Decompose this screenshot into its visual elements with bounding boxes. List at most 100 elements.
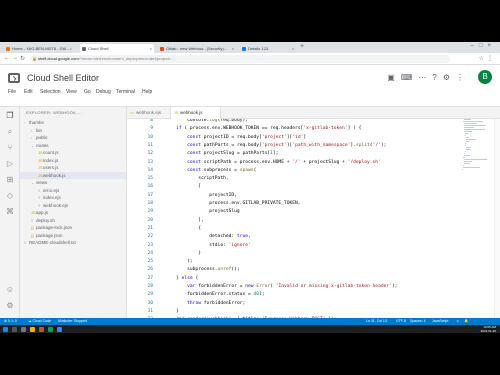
tree-item[interactable]: JSindex.js — [20, 157, 126, 165]
cloud-code-icon[interactable]: ◇ — [4, 191, 16, 201]
tree-item[interactable]: {} package.json — [20, 232, 126, 240]
tree-item[interactable]: {} package-lock.json — [20, 224, 126, 232]
explorer-icon[interactable]: ❐ — [4, 111, 16, 121]
code-line[interactable]: const scriptPath = process.env.HOME + '/… — [165, 159, 381, 167]
code-line[interactable]: subprocess.unref(); — [165, 266, 240, 274]
indentation-status[interactable]: Spaces: 4 — [410, 318, 426, 325]
encoding-status[interactable]: UTF-8 — [396, 318, 406, 325]
browser-tab[interactable]: Gitlab - new Webhoo...(Security)... × — [158, 44, 236, 53]
tree-item[interactable]: ≡ index.ejs — [20, 194, 126, 202]
code-line[interactable]: var forbiddenError = new Error( 'Invalid… — [165, 283, 397, 291]
code-line[interactable]: const pathParts = req.body['project']['p… — [165, 142, 386, 150]
menu-help[interactable]: Help — [142, 89, 152, 95]
close-tab-icon[interactable]: × — [232, 44, 234, 53]
reload-icon[interactable]: ↻ — [20, 55, 25, 62]
language-mode[interactable]: JavaScript — [432, 318, 448, 325]
menu-file[interactable]: File — [8, 89, 16, 95]
code-line[interactable]: projectID, — [165, 192, 237, 200]
code-line[interactable]: detached: true, — [165, 233, 251, 241]
minimap-line — [464, 153, 465, 154]
tree-item-label: index.js — [43, 157, 59, 163]
menu-go[interactable]: Go — [84, 89, 91, 95]
close-tab-icon[interactable]: × — [150, 44, 152, 53]
code-line[interactable]: const subprocess = spawn( — [165, 167, 256, 175]
code-line[interactable]: } else { — [165, 275, 198, 283]
tree-item[interactable]: ⌄ routes — [20, 142, 126, 150]
code-line[interactable]: } — [165, 308, 179, 316]
source-control-icon[interactable]: ⑂ — [4, 143, 16, 153]
code-line[interactable]: } — [165, 250, 201, 258]
browser-tab-active[interactable]: Cloud Shell × — [80, 44, 154, 53]
tree-item[interactable]: JSwebhook.js — [20, 171, 126, 179]
code-line[interactable]: ], — [165, 217, 204, 225]
header-action-icons[interactable]: ▣⌨⋯?⚙⋮ — [387, 73, 470, 82]
tree-item[interactable]: ≡ error.ejs — [20, 187, 126, 195]
start-button-icon[interactable] — [3, 326, 8, 332]
menu-selection[interactable]: Selection — [40, 89, 61, 95]
forward-icon[interactable]: → — [12, 55, 18, 61]
task-view-icon[interactable] — [21, 326, 26, 332]
chrome-icon[interactable] — [39, 326, 44, 332]
apis-icon[interactable]: ⌘ — [4, 207, 16, 217]
url-input[interactable]: 🔒 shell.cloud.google.com/?show=ide&envir… — [30, 55, 450, 63]
app-icon[interactable] — [48, 326, 53, 332]
tree-item[interactable]: › thumbs — [20, 119, 126, 127]
menu-terminal[interactable]: Terminal — [116, 89, 135, 95]
back-icon[interactable]: ← — [4, 55, 10, 61]
code-line[interactable]: [ — [165, 183, 201, 191]
system-clock[interactable]: 10:05 AM 2021-01-20 — [481, 325, 496, 333]
tree-item[interactable]: JSusers.js — [20, 164, 126, 172]
code-line[interactable]: process.env.GITLAB_PRIVATE_TOKEN, — [165, 200, 300, 208]
tree-item[interactable]: ≡ webhook.ejs — [20, 202, 126, 210]
vertical-scrollbar[interactable] — [494, 119, 500, 318]
minikube-status[interactable]: Minikube: Stopped — [58, 318, 87, 325]
tree-item[interactable]: › bin — [20, 127, 126, 135]
feedback-icon[interactable]: ☺ — [456, 318, 460, 325]
cloud-code-status[interactable]: ☁ Cloud Code — [28, 318, 51, 325]
browser-tab[interactable]: Details 123 × — [240, 44, 296, 53]
menu-debug[interactable]: Debug — [96, 89, 111, 95]
tree-item[interactable]: ⌄ views — [20, 179, 126, 187]
minimap-line — [464, 129, 485, 130]
notifications-bell-icon[interactable]: 🔔 — [464, 318, 468, 325]
code-editor[interactable]: 8 9 10 11 12 13 14 15 16 17 18 19 20 21 22 23 24 25 26 27 28… — [127, 119, 500, 318]
browser-tab[interactable]: Home - YAG-BEN-MDT8 - Gitl... × — [4, 44, 74, 53]
code-line[interactable]: stdio: 'ignore' — [165, 242, 251, 250]
code-line[interactable]: scriptPath, — [165, 175, 228, 183]
code-line[interactable]: const projectID = req.body['project']['i… — [165, 134, 306, 142]
tree-item[interactable]: › public — [20, 134, 126, 142]
debug-icon[interactable]: ▷ — [4, 159, 16, 169]
code-line[interactable]: if ( process.env.WEBHOOK_TOKEN == req.he… — [165, 125, 361, 133]
tree-item[interactable]: ≡ deploy.sh — [20, 217, 126, 225]
window-controls[interactable]: –□× — [471, 43, 496, 49]
avatar[interactable]: B — [478, 70, 492, 84]
menu-view[interactable]: View — [66, 89, 77, 95]
settings-gear-icon[interactable]: ⚙ — [4, 301, 16, 311]
minimap[interactable] — [462, 119, 492, 179]
new-tab-icon[interactable]: + — [300, 43, 304, 50]
browser-menu-icons[interactable]: ☆⋮ — [479, 55, 496, 62]
search-icon[interactable]: ⌕ — [4, 127, 16, 137]
code-line[interactable]: projectSlug — [165, 208, 239, 216]
close-tab-icon[interactable]: × — [70, 44, 72, 53]
file-explorer-icon[interactable] — [30, 326, 35, 332]
search-taskbar-icon[interactable] — [12, 326, 17, 332]
tab-webhook-ejs[interactable]: <> webhook.ejs — [127, 107, 171, 119]
extensions-icon[interactable]: ⊞ — [4, 175, 16, 185]
tab-webhook-js[interactable]: JS webhook.js — [171, 107, 221, 119]
tree-item[interactable]: JSapp.js — [20, 209, 126, 217]
code-line[interactable]: forbiddenError.status = 401; — [165, 291, 264, 299]
code-line[interactable]: throw forbiddenError; — [165, 300, 245, 308]
problems-status[interactable]: ⊗ 0 ⚠ 0 — [4, 318, 17, 325]
cursor-position[interactable]: Ln 31, Col 13 — [366, 318, 387, 325]
menu-edit[interactable]: Edit — [24, 89, 33, 95]
code-line[interactable]: { — [165, 225, 201, 233]
tree-item[interactable]: JScount.js — [20, 149, 126, 157]
account-icon[interactable]: ☺ — [4, 285, 16, 295]
app-icon[interactable] — [57, 326, 62, 332]
close-tab-icon[interactable]: × — [292, 44, 294, 53]
code-line[interactable]: ); — [165, 258, 193, 266]
code-line[interactable]: const projectSlug = pathParts[1]; — [165, 150, 278, 158]
tree-item[interactable]: ≡ README-cloudshell.txt — [20, 239, 126, 247]
minimap-line — [466, 149, 471, 150]
